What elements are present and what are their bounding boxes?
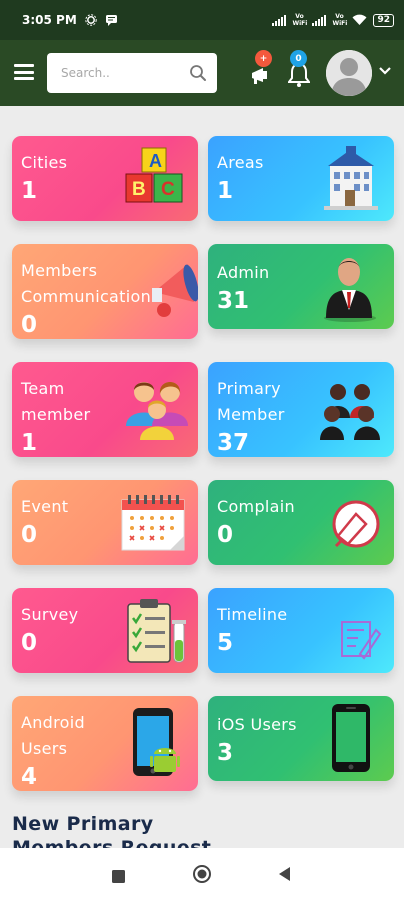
megaphone-badge: + — [255, 50, 272, 67]
card-label: Admin — [217, 263, 270, 282]
card-android-users[interactable]: Android Users 4 — [12, 696, 198, 791]
app-bar: + 0 — [0, 40, 404, 106]
triangle-back-icon — [279, 867, 290, 881]
card-cities[interactable]: Cities 1 A B C — [12, 136, 198, 221]
card-members-communication[interactable]: Members Communication 0 — [12, 244, 198, 339]
recents-button[interactable] — [112, 868, 125, 887]
card-label: iOS Users — [217, 715, 297, 734]
card-label: Cities — [21, 153, 68, 172]
message-status-icon — [105, 15, 117, 26]
card-label: Areas — [217, 153, 264, 172]
menu-icon[interactable] — [14, 64, 34, 80]
settings-status-icon — [85, 14, 97, 26]
card-value: 0 — [21, 522, 38, 548]
battery-icon: 92 — [373, 13, 394, 27]
card-value: 37 — [217, 430, 250, 456]
user-avatar-icon — [326, 50, 372, 96]
home-button[interactable] — [192, 864, 212, 888]
back-button[interactable] — [278, 866, 292, 886]
search-input[interactable] — [61, 66, 189, 80]
card-label: Members Communication — [21, 261, 152, 306]
card-value: 0 — [21, 630, 38, 656]
card-value: 1 — [21, 430, 38, 456]
card-timeline[interactable]: Timeline 5 — [208, 588, 394, 673]
card-value: 1 — [21, 178, 38, 204]
card-ios-users[interactable]: iOS Users 3 — [208, 696, 394, 781]
signal-icon-2 — [312, 14, 327, 26]
system-nav-bar — [0, 848, 404, 900]
network-label-1: Vo WiFi — [292, 13, 308, 27]
network-label-2: Vo WiFi — [332, 13, 348, 27]
bell-notification-button[interactable]: 0 — [287, 50, 311, 92]
card-label: Team member — [21, 379, 91, 424]
card-value: 1 — [217, 178, 234, 204]
card-label: Timeline — [217, 605, 288, 624]
card-value: 31 — [217, 288, 250, 314]
card-team-member[interactable]: Team member 1 — [12, 362, 198, 457]
card-event[interactable]: Event 0 — [12, 480, 198, 565]
card-value: 3 — [217, 740, 234, 766]
card-value: 0 — [21, 312, 38, 338]
signal-icon — [272, 14, 287, 26]
bell-badge: 0 — [290, 50, 307, 67]
card-value: 5 — [217, 630, 234, 656]
card-admin[interactable]: Admin 31 — [208, 244, 394, 329]
megaphone-notification-button[interactable]: + — [250, 50, 274, 92]
card-complain[interactable]: Complain 0 — [208, 480, 394, 565]
card-value: 4 — [21, 764, 38, 790]
square-icon — [112, 870, 125, 883]
card-value: 0 — [217, 522, 234, 548]
card-label: Android Users — [21, 713, 85, 758]
card-label: Primary Member — [217, 379, 285, 424]
chevron-down-icon[interactable] — [378, 66, 392, 76]
card-label: Complain — [217, 497, 295, 516]
wifi-icon — [352, 14, 367, 25]
search-box[interactable] — [47, 53, 217, 93]
card-survey[interactable]: Survey 0 — [12, 588, 198, 673]
status-time: 3:05 PM — [22, 13, 77, 27]
avatar[interactable] — [326, 50, 372, 96]
card-label: Survey — [21, 605, 79, 624]
status-bar: 3:05 PM Vo WiFi Vo WiFi 92 — [0, 0, 404, 40]
circle-icon — [193, 865, 211, 883]
search-icon[interactable] — [189, 64, 207, 82]
card-primary-member[interactable]: Primary Member 37 — [208, 362, 394, 457]
card-label: Event — [21, 497, 69, 516]
card-areas[interactable]: Areas 1 — [208, 136, 394, 221]
